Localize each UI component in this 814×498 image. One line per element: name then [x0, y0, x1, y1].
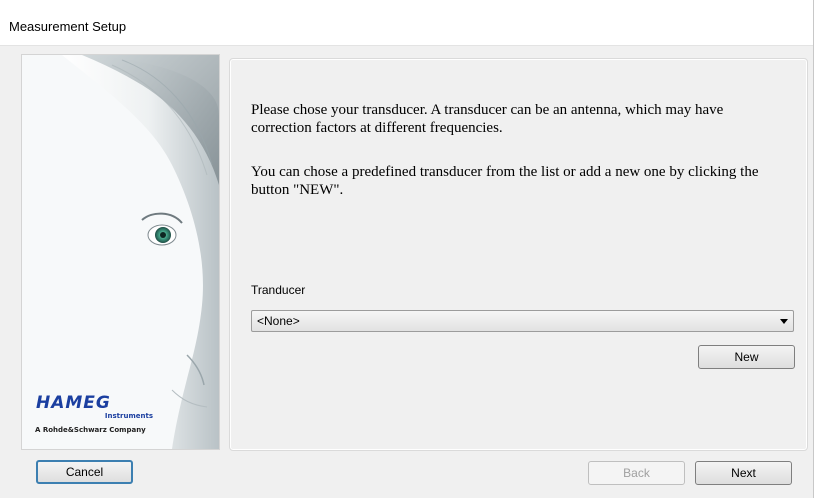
next-button[interactable]: Next: [695, 461, 792, 485]
logo-tagline: A Rohde&Schwarz Company: [35, 426, 146, 434]
window-title: Measurement Setup: [9, 19, 127, 34]
title-bar: Measurement Setup: [0, 0, 814, 46]
logo-subtitle: Instruments: [104, 412, 153, 420]
dropdown-arrow-icon[interactable]: [780, 319, 788, 324]
cancel-button[interactable]: Cancel: [36, 460, 133, 484]
instruction-text-2: You can chose a predefined transducer fr…: [251, 164, 759, 198]
content-panel: Please chose your transducer. A transduc…: [229, 58, 808, 451]
transducer-label: Tranducer: [251, 283, 306, 297]
instruction-text-1: Please chose your transducer. A transduc…: [251, 102, 724, 136]
back-button[interactable]: Back: [588, 461, 685, 485]
transducer-dropdown-value: <None>: [257, 314, 300, 328]
new-transducer-button[interactable]: New: [698, 345, 795, 369]
transducer-dropdown[interactable]: <None>: [251, 310, 794, 332]
hameg-logo: HAMEG: [36, 393, 111, 413]
side-image-panel: HAMEG Instruments A Rohde&Schwarz Compan…: [21, 54, 220, 450]
woman-face-image: [22, 55, 219, 449]
